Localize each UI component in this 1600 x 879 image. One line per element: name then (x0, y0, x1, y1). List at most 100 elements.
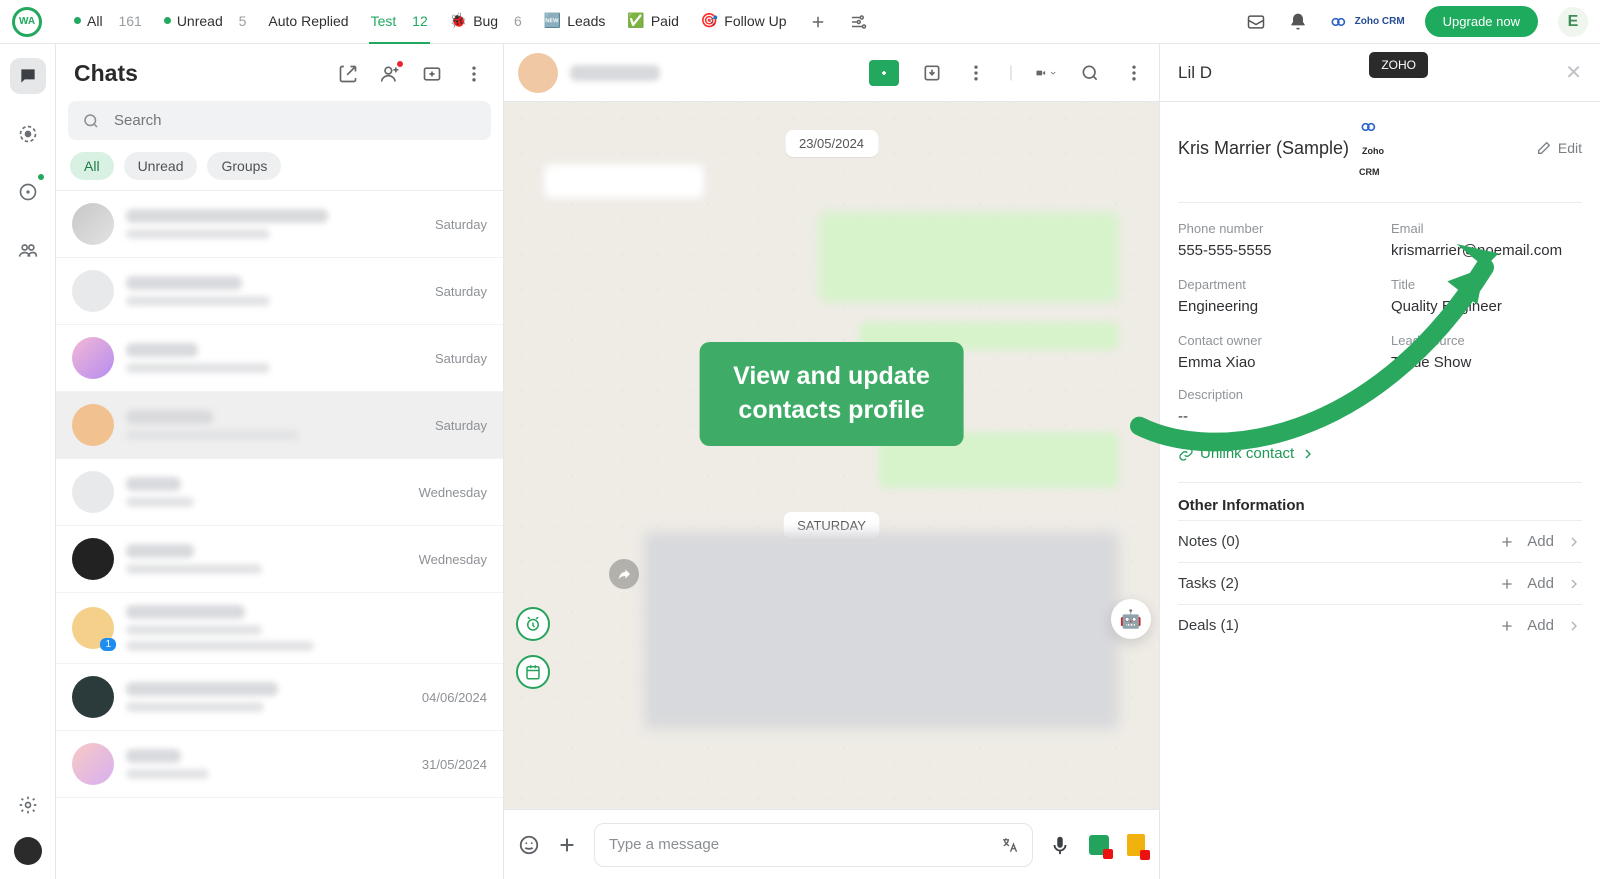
rail-status-icon[interactable] (10, 116, 46, 152)
pencil-icon (1536, 140, 1552, 156)
video-call-icon[interactable] (1035, 62, 1057, 84)
tab-paid[interactable]: ✅Paid (625, 0, 680, 44)
crm-contact-name: Kris Marrier (Sample) (1178, 138, 1349, 159)
tab-bug[interactable]: 🐞Bug 6 (448, 0, 524, 44)
chat-row[interactable]: 31/05/2024 (56, 731, 503, 798)
message-input[interactable]: Type a message (594, 823, 1033, 867)
crm-department: Engineering (1178, 298, 1369, 315)
chat-row[interactable]: Wednesday (56, 526, 503, 593)
chat-row[interactable]: 1 (56, 593, 503, 664)
chat-filter-chips: All Unread Groups (56, 148, 503, 190)
crm-owner: Emma Xiao (1178, 354, 1369, 371)
chat-list: Saturday Saturday Saturday Saturday Wedn… (56, 190, 503, 879)
date-separator: 23/05/2024 (785, 130, 878, 157)
crm-fields: Phone number555-555-5555 Emailkrismarrie… (1178, 202, 1582, 371)
chat-row[interactable]: 04/06/2024 (56, 664, 503, 731)
crm-description: -- (1178, 408, 1582, 425)
tab-unread[interactable]: Unread 5 (162, 0, 249, 44)
other-info-heading: Other Information (1178, 497, 1582, 514)
download-icon[interactable] (921, 62, 943, 84)
user-avatar[interactable]: E (1558, 7, 1588, 37)
more-icon[interactable] (463, 63, 485, 85)
folder-add-icon[interactable] (869, 60, 899, 86)
conv-more-icon[interactable] (1123, 62, 1145, 84)
rail-settings-icon[interactable] (10, 787, 46, 823)
chevron-right-icon (1566, 534, 1582, 550)
message-composer: Type a message (504, 809, 1159, 879)
crm-phone: 555-555-5555 (1178, 242, 1369, 259)
edit-button[interactable]: Edit (1536, 140, 1582, 156)
msg-image (644, 532, 1119, 729)
main-layout: Chats All Unread Groups Saturday Saturda… (0, 44, 1600, 879)
crm-deals-row[interactable]: Deals (1) Add (1178, 604, 1582, 646)
close-icon[interactable]: ✕ (1565, 60, 1582, 85)
add-tab-icon[interactable] (807, 11, 829, 33)
chats-title: Chats (74, 60, 138, 87)
zoho-crm-icon[interactable]: Zoho CRM (1329, 11, 1405, 33)
conversation-header: | (504, 44, 1159, 102)
annotation-callout: View and update contacts profile (699, 342, 964, 446)
schedule-alarm-icon[interactable] (516, 607, 550, 641)
chat-row[interactable]: Saturday (56, 258, 503, 325)
unlink-contact-link[interactable]: Unlink contact (1178, 445, 1582, 462)
add-contact-icon[interactable] (379, 63, 401, 85)
rail-channels-icon[interactable] (10, 174, 46, 210)
rail-chats-icon[interactable] (10, 58, 46, 94)
conv-avatar[interactable] (518, 53, 558, 93)
chevron-right-icon (1300, 446, 1316, 462)
chip-groups[interactable]: Groups (207, 152, 281, 180)
chat-row[interactable]: Wednesday (56, 459, 503, 526)
tab-followup[interactable]: 🎯Follow Up (699, 0, 789, 44)
zoho-tooltip: ZOHO (1369, 52, 1428, 78)
header-more-icon[interactable] (965, 62, 987, 84)
new-chat-icon[interactable] (337, 63, 359, 85)
quick-action-2-icon[interactable] (1127, 834, 1145, 856)
plus-icon (1499, 618, 1515, 634)
bot-fab-icon[interactable]: 🤖 (1111, 599, 1151, 639)
workspace-tabs: All 161 Unread 5 Auto Replied Test 12 🐞B… (54, 0, 1233, 44)
inbox-icon[interactable] (1245, 11, 1267, 33)
rail-profile-avatar[interactable] (14, 837, 42, 865)
forward-icon[interactable] (609, 559, 639, 589)
conv-search-icon[interactable] (1079, 62, 1101, 84)
zoho-crm-badge-icon: ZohoCRM (1359, 116, 1384, 180)
tab-autoreplied[interactable]: Auto Replied (266, 0, 350, 44)
chat-row[interactable]: Saturday (56, 191, 503, 258)
app-logo[interactable]: WA (12, 7, 42, 37)
crm-tasks-row[interactable]: Tasks (2) Add (1178, 562, 1582, 604)
msg-bubble (819, 212, 1119, 302)
search-icon (82, 112, 100, 130)
translate-icon[interactable] (1000, 836, 1018, 854)
plus-icon (1499, 534, 1515, 550)
chip-all[interactable]: All (70, 152, 114, 180)
bell-icon[interactable] (1287, 11, 1309, 33)
attach-icon[interactable] (556, 834, 578, 856)
conversation-body: 23/05/2024 View and update contacts prof… (504, 102, 1159, 809)
mic-icon[interactable] (1049, 834, 1071, 856)
top-bar: WA All 161 Unread 5 Auto Replied Test 12… (0, 0, 1600, 44)
new-group-icon[interactable] (421, 63, 443, 85)
chat-list-panel: Chats All Unread Groups Saturday Saturda… (56, 44, 504, 879)
quick-action-1-icon[interactable] (1089, 835, 1109, 855)
chat-search[interactable] (68, 101, 491, 140)
crm-source: Trade Show (1391, 354, 1582, 371)
upgrade-button[interactable]: Upgrade now (1425, 6, 1538, 37)
rail-contacts-icon[interactable] (10, 232, 46, 268)
chat-row[interactable]: Saturday (56, 392, 503, 459)
schedule-calendar-icon[interactable] (516, 655, 550, 689)
search-input[interactable] (112, 111, 477, 130)
emoji-icon[interactable] (518, 834, 540, 856)
plus-icon (1499, 576, 1515, 592)
conv-contact-name (570, 65, 660, 81)
chat-row[interactable]: Saturday (56, 325, 503, 392)
tab-test[interactable]: Test 12 (369, 0, 430, 44)
top-actions: Zoho CRM Upgrade now E (1245, 6, 1588, 37)
crm-notes-row[interactable]: Notes (0) Add (1178, 520, 1582, 562)
chip-unread[interactable]: Unread (124, 152, 198, 180)
chevron-right-icon (1566, 618, 1582, 634)
tab-leads[interactable]: 🆕Leads (542, 0, 608, 44)
tab-settings-icon[interactable] (847, 11, 869, 33)
tab-all[interactable]: All 161 (72, 0, 144, 44)
nav-rail (0, 44, 56, 879)
conversation-panel: | 23/05/2024 View and update contacts pr… (504, 44, 1160, 879)
